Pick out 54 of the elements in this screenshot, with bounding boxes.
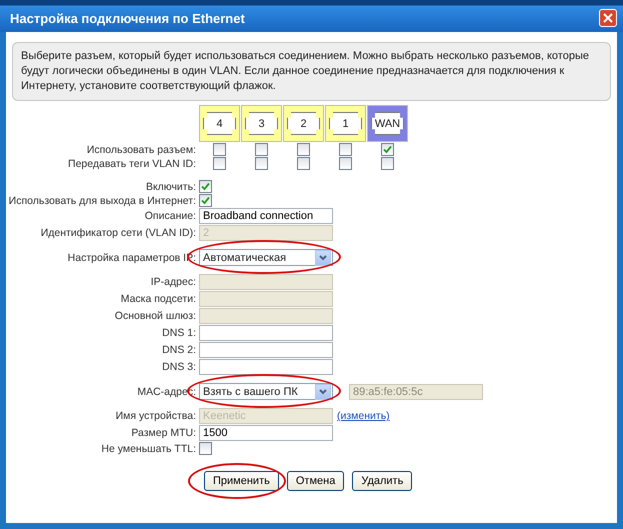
checkbox[interactable]: [297, 143, 310, 156]
input-field[interactable]: [199, 342, 333, 358]
checkbox[interactable]: [199, 442, 212, 455]
field-label: Включить:: [146, 180, 196, 192]
field-label: Не уменьшать TTL:: [101, 442, 196, 454]
dropdown[interactable]: Взять с вашего ПК: [199, 383, 333, 400]
port-label: WAN: [371, 112, 404, 135]
port-label: 2: [287, 112, 320, 135]
window-title: Настройка подключения по Ethernet: [10, 10, 245, 26]
field-label: Основной шлюз:: [114, 310, 196, 322]
checkbox[interactable]: [213, 143, 226, 156]
port-tile[interactable]: 2: [283, 105, 324, 142]
input-field[interactable]: Broadband connection: [199, 208, 333, 224]
checkbox[interactable]: [381, 157, 394, 170]
dialog-button[interactable]: Применить: [204, 471, 279, 491]
field-label: DNS 1:: [162, 327, 196, 339]
field-label: Использовать разъем:: [86, 144, 196, 156]
port-tile[interactable]: WAN: [367, 105, 408, 142]
dropdown[interactable]: Автоматическая: [199, 249, 333, 266]
port-tile[interactable]: 1: [325, 105, 366, 142]
input-field[interactable]: [199, 359, 333, 375]
close-icon[interactable]: [603, 13, 613, 23]
port-label: 1: [329, 112, 362, 135]
checkbox[interactable]: [199, 180, 212, 193]
input-field[interactable]: 1500: [199, 425, 333, 441]
dialog-button[interactable]: Отмена: [286, 471, 344, 491]
info-text: Выберите разъем, который будет использоваться соединением. Можно выбрать несколько разъемов, которые будут логически объединены в один VLAN. Если данное соединение предназначается для подключения к Интернету, установите соответствующий флажок.: [12, 42, 611, 101]
field-label: IP-адрес:: [150, 276, 196, 288]
field-label: Размер MTU:: [131, 427, 196, 439]
input-field[interactable]: [199, 325, 333, 341]
checkbox[interactable]: [255, 157, 268, 170]
port-label: 3: [245, 112, 278, 135]
checkbox[interactable]: [381, 143, 394, 156]
field-label: Маска подсети:: [120, 293, 196, 305]
field-label: Имя устройства:: [116, 410, 196, 422]
checkbox[interactable]: [339, 157, 352, 170]
checkbox[interactable]: [297, 157, 310, 170]
field-label: Использовать для выхода в Интернет:: [8, 194, 196, 206]
checkbox[interactable]: [339, 143, 352, 156]
port-tile[interactable]: 4: [199, 105, 240, 142]
dialog-button[interactable]: Удалить: [352, 471, 412, 491]
field-label: DNS 2:: [162, 344, 196, 356]
field-label: Идентификатор сети (VLAN ID):: [40, 227, 196, 239]
dropdown-caret-icon[interactable]: [315, 250, 331, 266]
port-label: 4: [203, 112, 236, 135]
port-tile[interactable]: 3: [241, 105, 282, 142]
checkbox[interactable]: [213, 157, 226, 170]
field-label: Передавать теги VLAN ID:: [68, 158, 196, 170]
dropdown-caret-icon[interactable]: [315, 384, 331, 400]
close-button[interactable]: [599, 9, 617, 27]
field-label: Описание:: [144, 210, 196, 222]
checkbox[interactable]: [255, 143, 268, 156]
checkbox[interactable]: [199, 194, 212, 207]
field-label: DNS 3:: [162, 361, 196, 373]
